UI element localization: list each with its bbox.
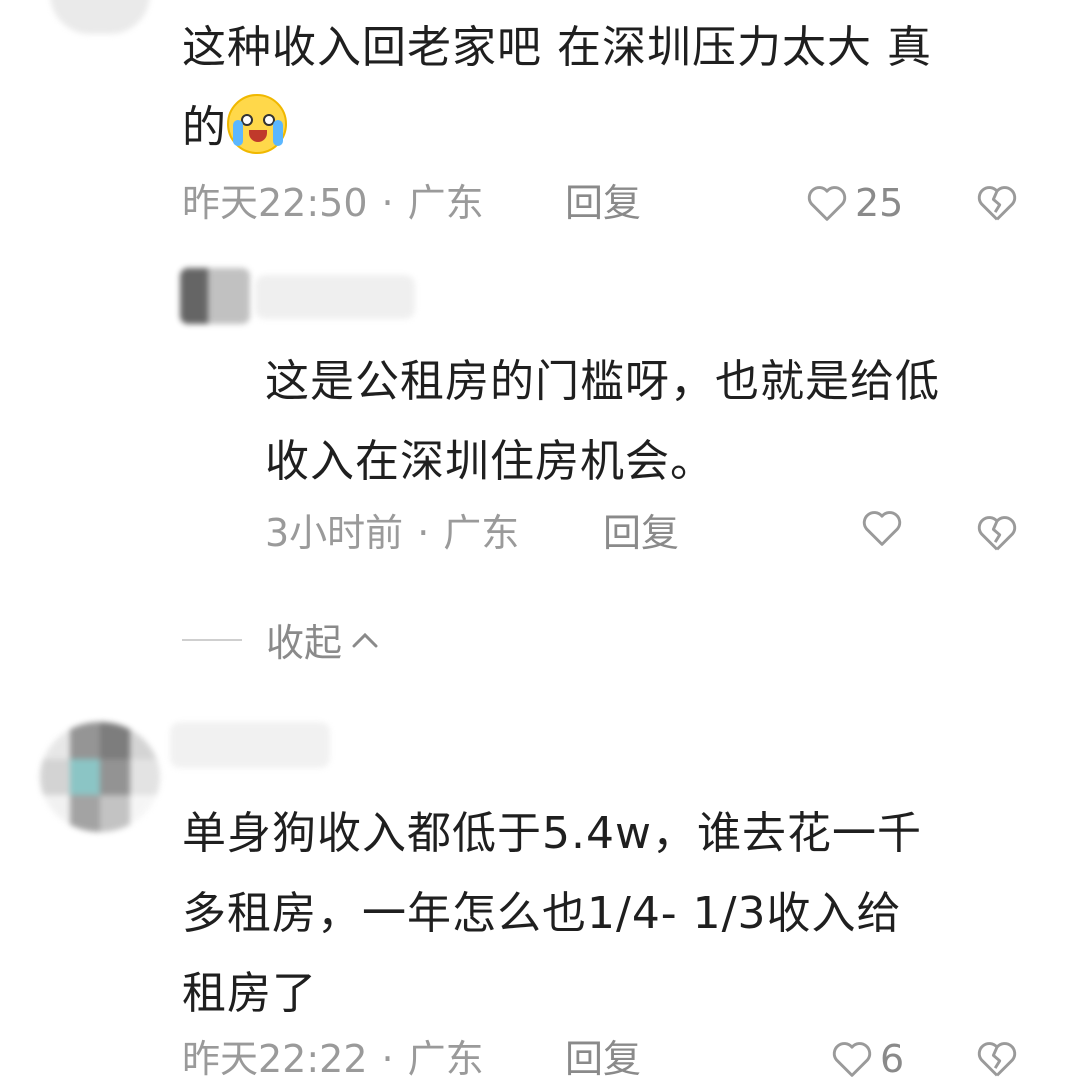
heart-outline-icon <box>832 1042 872 1077</box>
username-blurred <box>255 275 415 319</box>
comment-text: 单身狗收入都低于5.4w，谁去花一千 多租房，一年怎么也1/4- 1/3收入给 … <box>182 808 922 1019</box>
like-count: 25 <box>855 181 904 225</box>
like-button[interactable]: 6 <box>830 1034 904 1084</box>
comment-text: 这是公租房的门槛呀，也就是给低 收入在深圳住房机会。 <box>265 356 940 487</box>
separator: · <box>417 511 430 555</box>
username-blurred <box>170 722 330 768</box>
collapse-label: 收起 <box>266 621 343 665</box>
broken-heart-icon[interactable] <box>975 183 1019 223</box>
like-button[interactable] <box>860 508 910 548</box>
crying-laughing-emoji-icon <box>227 94 287 154</box>
comment-meta: 3小时前 · 广东 <box>265 508 519 558</box>
location: 广东 <box>443 511 520 555</box>
reply-button[interactable]: 回复 <box>565 178 641 228</box>
timestamp: 昨天22:50 <box>182 181 368 225</box>
heart-outline-icon <box>807 186 847 221</box>
reply-button[interactable]: 回复 <box>603 508 679 558</box>
avatar[interactable] <box>180 268 250 324</box>
divider <box>182 638 242 641</box>
collapse-replies-button[interactable]: 收起 <box>182 612 382 667</box>
timestamp: 3小时前 <box>265 511 404 555</box>
separator: · <box>381 181 394 225</box>
heart-outline-icon <box>862 511 902 546</box>
location: 广东 <box>407 1037 484 1081</box>
broken-heart-icon[interactable] <box>975 513 1019 553</box>
broken-heart-icon[interactable] <box>975 1039 1019 1079</box>
avatar[interactable] <box>50 0 150 34</box>
like-button[interactable]: 25 <box>805 178 903 228</box>
comment-meta: 昨天22:50 · 广东 <box>182 178 484 228</box>
like-count: 6 <box>880 1037 905 1081</box>
timestamp: 昨天22:22 <box>182 1037 368 1081</box>
separator: · <box>381 1037 394 1081</box>
comment-meta: 昨天22:22 · 广东 <box>182 1034 484 1084</box>
reply-button[interactable]: 回复 <box>565 1034 641 1084</box>
comment-text: 这种收入回老家吧 在深圳压力太大 真 的 <box>182 22 932 154</box>
location: 广东 <box>407 181 484 225</box>
chevron-up-icon <box>352 632 378 647</box>
avatar[interactable] <box>40 722 160 832</box>
